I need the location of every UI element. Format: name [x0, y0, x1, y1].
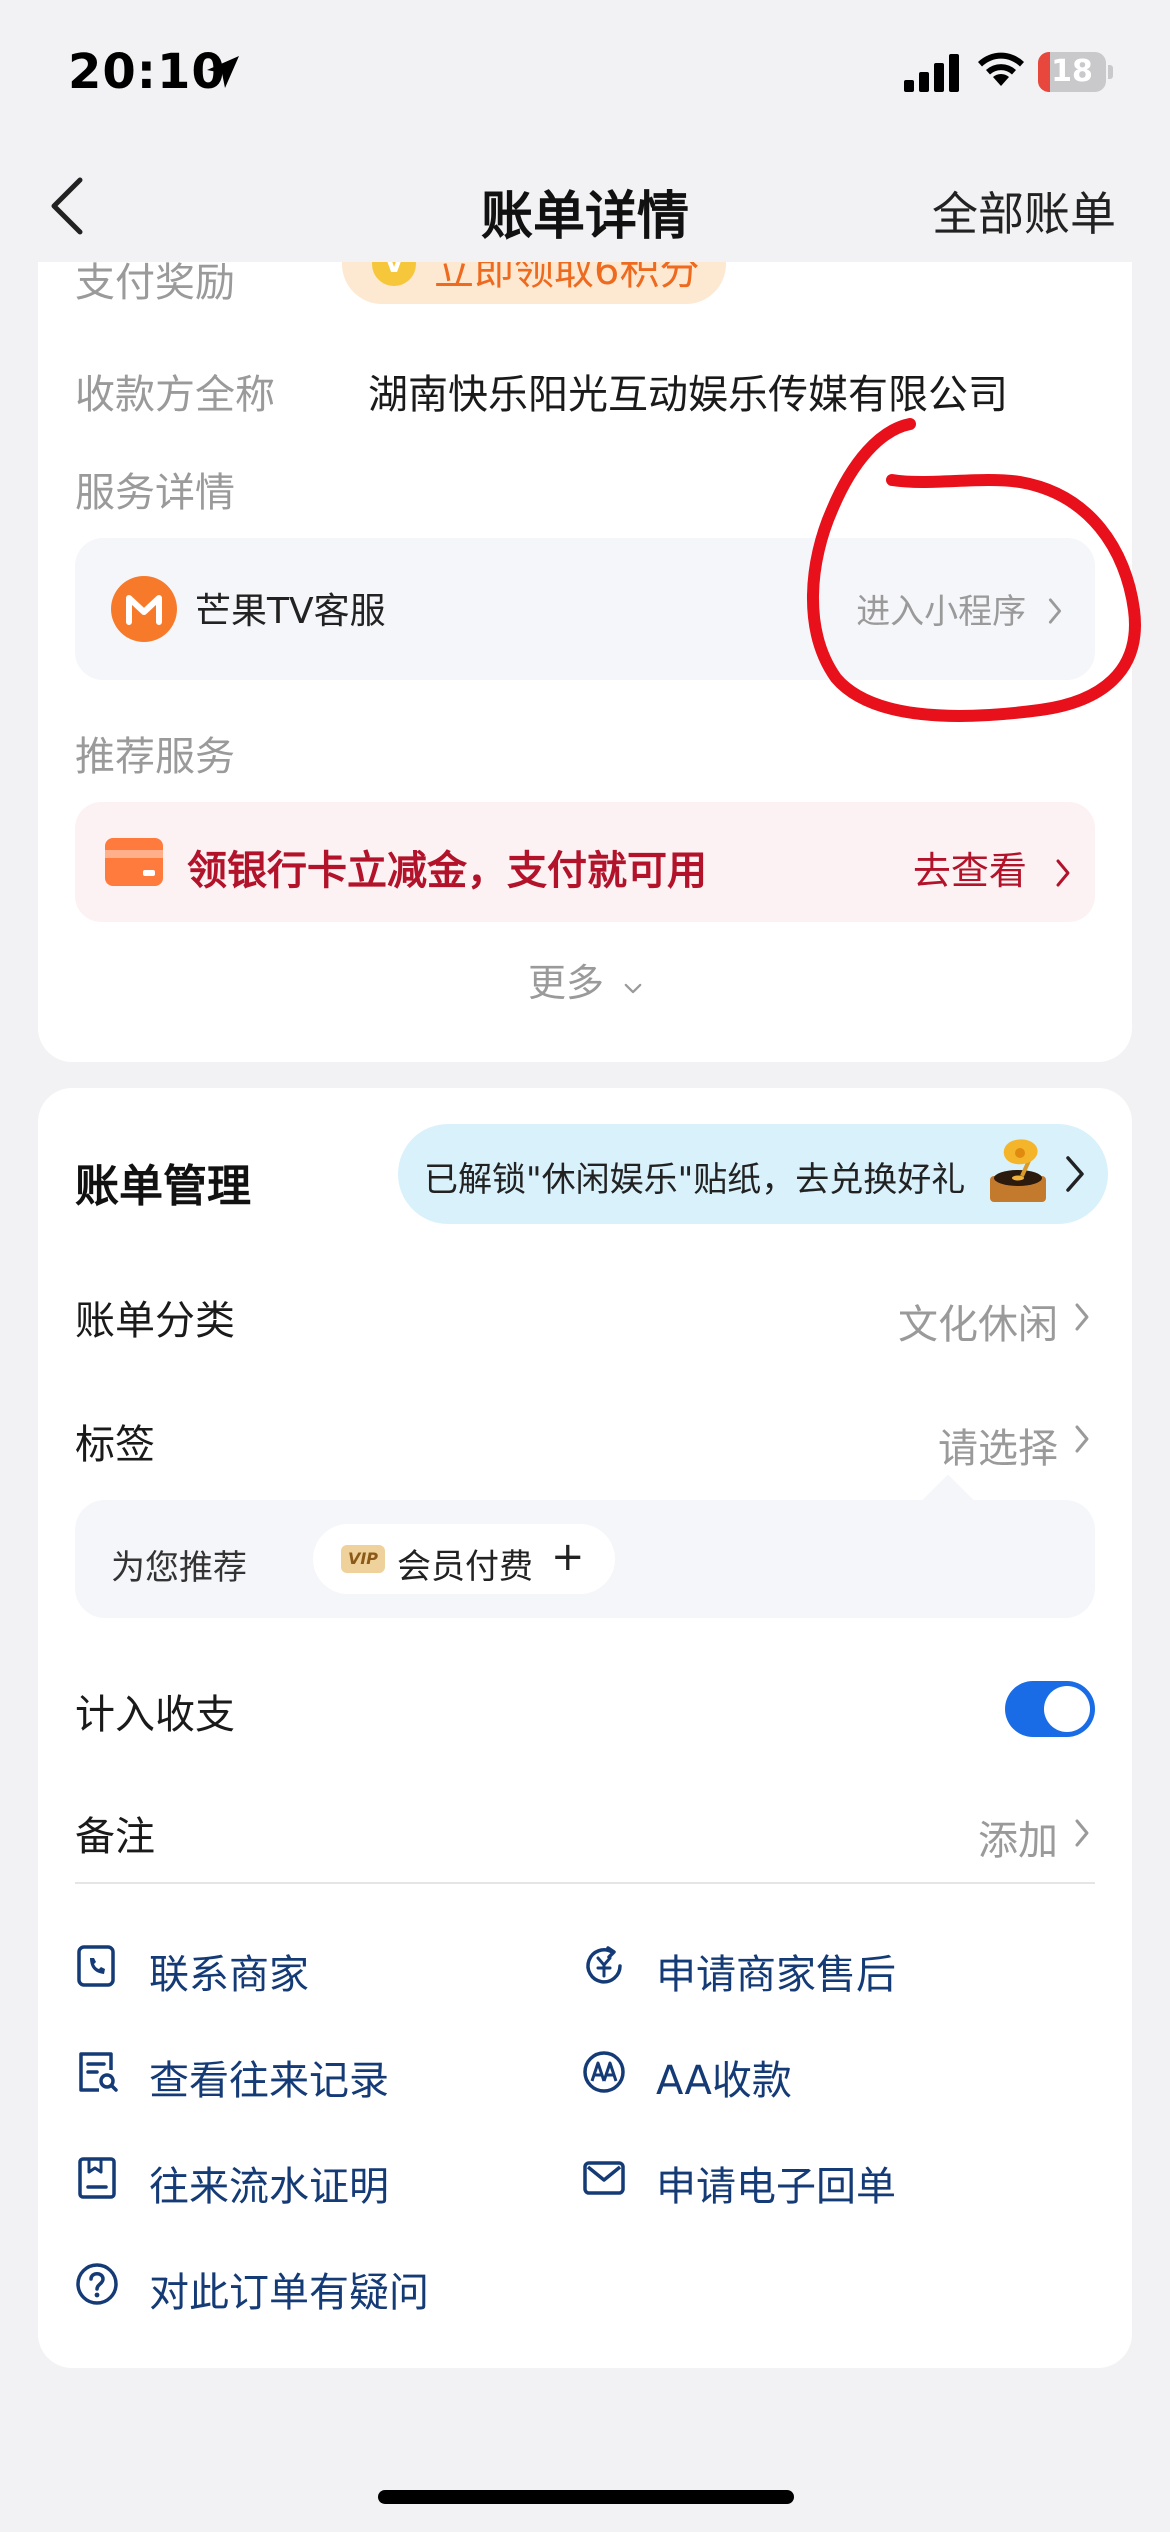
battery-indicator: 18 — [1038, 52, 1114, 92]
chevron-right-icon — [1075, 1425, 1089, 1453]
tag-label: 标签 — [75, 1422, 155, 1468]
statement-icon — [78, 2157, 116, 2199]
chevron-right-icon — [1056, 859, 1070, 887]
chevron-down-icon — [624, 983, 642, 994]
tag-value: 请选择 — [938, 1426, 1058, 1472]
view-transaction-records-button[interactable]: 查看往来记录 — [75, 2044, 475, 2104]
note-label: 备注 — [75, 1814, 155, 1860]
include-in-ledger-label: 计入收支 — [75, 1692, 235, 1738]
request-after-sales-button[interactable]: 申请商家售后 — [582, 1938, 1062, 1998]
chevron-right-icon — [1075, 1819, 1089, 1847]
open-mini-program-link[interactable]: 进入小程序 — [856, 584, 1063, 633]
recommend-services-label: 推荐服务 — [75, 734, 235, 780]
open-mini-program-label: 进入小程序 — [856, 592, 1027, 632]
tag-recommendation-box: 为您推荐 VIP 会员付费 + — [75, 1500, 1095, 1618]
status-bar: 20:10 18 — [0, 0, 1170, 150]
divider — [75, 1882, 1095, 1884]
aa-collection-label: AA收款 — [656, 2058, 792, 2104]
transaction-statement-button[interactable]: 往来流水证明 — [75, 2150, 475, 2210]
wifi-icon — [978, 52, 1024, 86]
include-in-ledger-toggle[interactable] — [1005, 1681, 1095, 1737]
request-e-receipt-label: 申请电子回单 — [656, 2164, 896, 2210]
home-indicator[interactable] — [378, 2490, 794, 2504]
chevron-right-icon — [1066, 1156, 1084, 1192]
contact-merchant-label: 联系商家 — [149, 1952, 309, 1998]
more-label: 更多 — [527, 961, 604, 1005]
location-arrow-icon — [207, 56, 239, 88]
all-bills-link[interactable]: 全部账单 — [932, 178, 1116, 244]
vip-payment-tag-chip[interactable]: VIP 会员付费 + — [313, 1524, 615, 1594]
bank-card-promo[interactable]: 领银行卡立减金，支付就可用 去查看 — [75, 802, 1095, 922]
transaction-statement-label: 往来流水证明 — [149, 2164, 389, 2210]
question-icon — [76, 2263, 118, 2305]
bank-card-icon — [105, 838, 163, 886]
sticker-reward-text: 已解锁"休闲娱乐"贴纸，去兑换好礼 — [424, 1160, 966, 1200]
chevron-right-icon — [1048, 598, 1062, 624]
toggle-knob — [1044, 1686, 1090, 1732]
sticker-reward-banner[interactable]: 已解锁"休闲娱乐"贴纸，去兑换好礼 — [398, 1124, 1108, 1224]
refund-icon — [586, 1946, 622, 1984]
chevron-right-icon — [1075, 1303, 1089, 1331]
promo-text: 领银行卡立减金，支付就可用 — [187, 848, 707, 894]
payee-label: 收款方全称 — [75, 372, 275, 418]
request-after-sales-label: 申请商家售后 — [656, 1952, 896, 1998]
phone-icon — [77, 1945, 115, 1987]
service-details-label: 服务详情 — [75, 470, 235, 516]
aa-collection-button[interactable]: AA收款 — [582, 2044, 1062, 2104]
note-value: 添加 — [978, 1818, 1058, 1864]
service-entry[interactable]: 芒果TV客服 进入小程序 — [75, 538, 1095, 680]
service-name: 芒果TV客服 — [195, 591, 386, 632]
battery-level: 18 — [1051, 54, 1093, 89]
vip-payment-tag-label: 会员付费 — [397, 1547, 533, 1587]
aa-icon — [583, 2051, 625, 2093]
bill-category-label: 账单分类 — [75, 1298, 235, 1344]
signal-icon — [904, 54, 959, 92]
add-icon: + — [551, 1534, 585, 1580]
view-transaction-records-label: 查看往来记录 — [149, 2058, 389, 2104]
nav-bar: 账单详情 全部账单 — [0, 150, 1170, 262]
mail-icon — [583, 2161, 625, 2195]
gramophone-sticker-icon — [990, 1139, 1046, 1202]
bill-category-value: 文化休闲 — [898, 1302, 1058, 1348]
more-button[interactable]: 更多 — [0, 952, 1170, 1007]
order-question-label: 对此订单有疑问 — [149, 2270, 429, 2316]
order-question-button[interactable]: 对此订单有疑问 — [75, 2256, 575, 2316]
bill-management-title: 账单管理 — [75, 1161, 251, 1212]
view-promo-link[interactable]: 去查看 — [913, 840, 1071, 895]
records-icon — [79, 2052, 118, 2092]
vip-badge: VIP — [341, 1545, 385, 1573]
view-promo-label: 去查看 — [912, 849, 1027, 893]
request-e-receipt-button[interactable]: 申请电子回单 — [582, 2150, 1062, 2210]
contact-merchant-button[interactable]: 联系商家 — [75, 1938, 475, 1998]
payee-value: 湖南快乐阳光互动娱乐传媒有限公司 — [368, 372, 1008, 418]
mango-tv-logo-icon — [111, 576, 177, 642]
recommend-for-you-label: 为您推荐 — [111, 1548, 247, 1588]
